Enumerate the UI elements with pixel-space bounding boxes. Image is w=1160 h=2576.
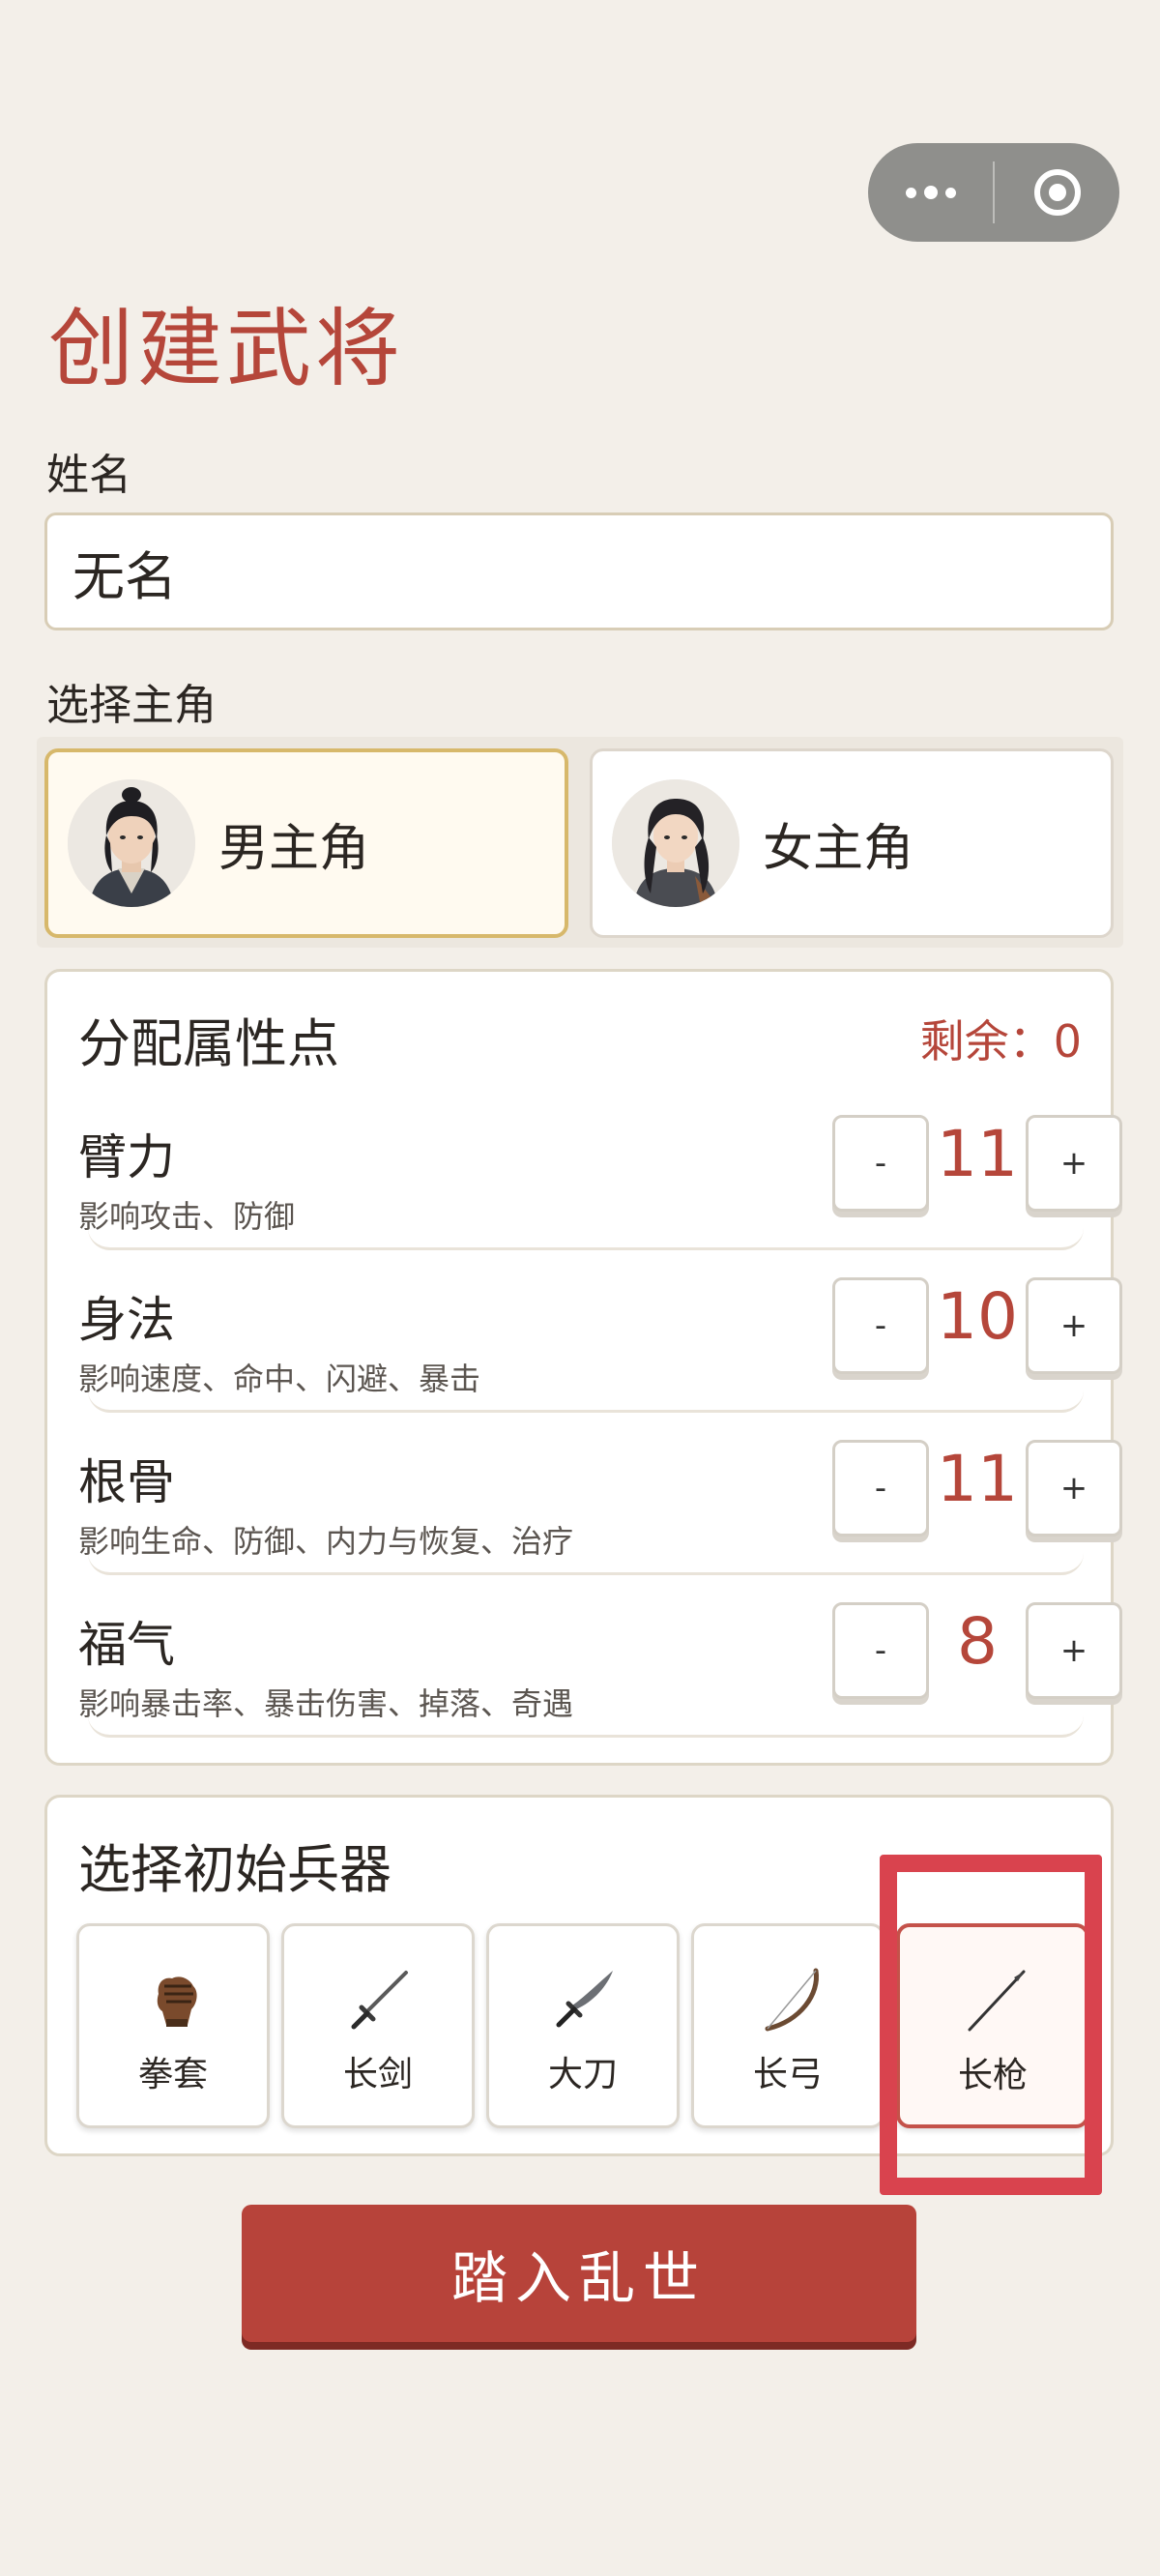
decrease-button[interactable]: - (832, 1602, 929, 1699)
decrease-button[interactable]: - (832, 1440, 929, 1537)
increase-button[interactable]: + (1026, 1440, 1122, 1537)
attribute-name: 臂力 (78, 1129, 175, 1186)
attribute-value: 8 (957, 1604, 998, 1679)
row-divider (88, 1553, 1084, 1575)
attribute-name: 根骨 (78, 1454, 175, 1510)
attribute-value: 11 (937, 1117, 1018, 1191)
decrease-button[interactable]: - (832, 1115, 929, 1212)
target-circle-icon (1033, 169, 1081, 216)
broadsword-icon (556, 1971, 613, 2028)
weapon-panel-title: 选择初始兵器 (78, 1839, 392, 1900)
male-avatar (68, 779, 195, 907)
increase-button[interactable]: + (1026, 1602, 1122, 1699)
attribute-row-agility: 身法 影响速度、命中、闪避、暴击 - 10 + (78, 1268, 1122, 1413)
more-button[interactable] (868, 143, 993, 242)
more-dots-icon (905, 186, 956, 199)
decrease-button[interactable]: - (832, 1277, 929, 1374)
page-title: 创建武将 (48, 299, 405, 398)
weapon-option-broadsword[interactable]: 大刀 (486, 1923, 680, 2128)
close-button[interactable] (995, 143, 1119, 242)
weapon-label: 长弓 (752, 2055, 823, 2094)
attribute-name: 身法 (78, 1292, 175, 1348)
female-avatar (612, 779, 740, 907)
hero-option-label: 女主角 (763, 819, 914, 878)
row-divider (88, 1715, 1084, 1738)
hero-option-male[interactable]: 男主角 (44, 748, 568, 938)
hero-option-label: 男主角 (218, 819, 370, 878)
increase-button[interactable]: + (1026, 1277, 1122, 1374)
increase-button[interactable]: + (1026, 1115, 1122, 1212)
weapon-label: 长剑 (342, 2055, 413, 2094)
miniprogram-capsule (868, 143, 1119, 242)
attribute-panel: 分配属性点 剩余：0 臂力 影响攻击、防御 - 11 + 身法 影响速度、命中、… (44, 969, 1122, 1766)
attribute-value: 10 (937, 1279, 1018, 1354)
weapon-option-gauntlet[interactable]: 拳套 (76, 1923, 270, 2128)
bow-icon (765, 1968, 819, 2032)
row-divider (88, 1228, 1084, 1250)
gauntlet-icon (157, 1976, 197, 2027)
weapon-option-sword[interactable]: 长剑 (281, 1923, 475, 2128)
attribute-row-luck: 福气 影响暴击率、暴击伤害、掉落、奇遇 - 8 + (78, 1593, 1122, 1738)
sword-icon (351, 1971, 408, 2030)
enter-world-button[interactable]: 踏入乱世 (242, 2205, 916, 2342)
weapon-label: 大刀 (547, 2055, 618, 2094)
attribute-row-constitution: 根骨 影响生命、防御、内力与恢复、治疗 - 11 + (78, 1430, 1122, 1575)
weapon-label: 拳套 (137, 2055, 208, 2094)
name-label: 姓名 (46, 451, 131, 500)
name-input[interactable] (44, 512, 1114, 630)
remaining-points: 剩余：0 (919, 1015, 1082, 1068)
selection-highlight-box (880, 1855, 1102, 2195)
weapon-option-bow[interactable]: 长弓 (691, 1923, 884, 2128)
attribute-value: 11 (937, 1442, 1018, 1516)
attribute-name: 福气 (78, 1617, 175, 1673)
attribute-row-strength: 臂力 影响攻击、防御 - 11 + (78, 1105, 1122, 1250)
hero-select-label: 选择主角 (46, 681, 217, 730)
hero-selector: 男主角 女主角 (37, 737, 1123, 948)
row-divider (88, 1390, 1084, 1413)
attribute-panel-title: 分配属性点 (78, 1013, 339, 1074)
hero-option-female[interactable]: 女主角 (590, 748, 1114, 938)
